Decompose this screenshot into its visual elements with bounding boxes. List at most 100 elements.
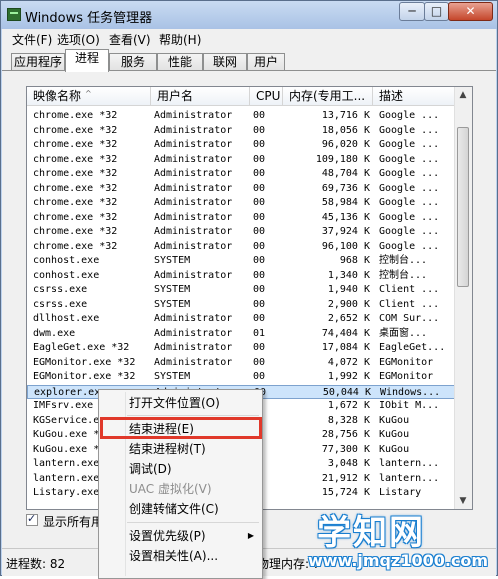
menu-options[interactable]: 选项(O) (57, 31, 100, 48)
close-button[interactable]: ✕ (448, 2, 493, 21)
menu-create-dump-file[interactable]: 创建转储文件(C) (129, 499, 219, 519)
process-description: 控制台... (379, 255, 428, 266)
menu-bar: 文件(F) 选项(O) 查看(V) 帮助(H) (2, 29, 496, 47)
process-description: IObit M... (379, 400, 440, 411)
task-manager-icon (7, 8, 21, 21)
process-name: chrome.exe *32 (33, 139, 118, 150)
process-row[interactable]: csrss.exe SYSTEM 00 1,940 K Client ... (27, 283, 456, 297)
scroll-up-icon[interactable]: ▲ (458, 90, 468, 100)
process-name: conhost.exe (33, 269, 100, 281)
process-row[interactable]: EagleGet.exe *32 Administrator 00 17,084 K E… (27, 341, 456, 355)
process-row[interactable]: chrome.exe *32 Administrator 00 96,020 K Goo… (27, 138, 456, 152)
process-row[interactable]: EGMonitor.exe *32 SYSTEM 00 1,992 K EGMonito… (27, 370, 456, 384)
process-name: chrome.exe *32 (33, 211, 118, 223)
process-row[interactable]: csrss.exe SYSTEM 00 2,900 K Client ... (27, 298, 456, 312)
menu-set-affinity[interactable]: 设置相关性(A)... (129, 546, 218, 566)
process-name: chrome.exe *32 (33, 226, 118, 237)
process-memory: 96,100 K (321, 240, 370, 252)
menu-help[interactable]: 帮助(H) (159, 31, 201, 48)
process-name: EagleGet.exe *32 (33, 342, 130, 353)
tab-performance[interactable]: 性能 (157, 53, 203, 71)
process-cpu: 00 (253, 211, 266, 223)
column-description[interactable]: 描述 (373, 87, 456, 106)
menu-set-priority[interactable]: 设置优先级(P) (129, 526, 257, 546)
process-row[interactable]: conhost.exe SYSTEM 00 968 K 控制台... (27, 254, 456, 268)
end-process-highlight (100, 417, 262, 439)
process-user: Administrator (154, 168, 233, 179)
column-cpu[interactable]: CPU (250, 87, 283, 106)
minimize-button[interactable]: ─ (399, 2, 425, 21)
process-cpu: 00 (253, 182, 266, 194)
process-row[interactable]: chrome.exe *32 Administrator 00 37,924 K Goo… (27, 225, 456, 239)
process-row[interactable]: chrome.exe *32 Administrator 00 109,180 K Go… (27, 153, 456, 167)
process-user: Administrator (154, 124, 233, 136)
process-row[interactable]: chrome.exe *32 Administrator 00 69,736 K Goo… (27, 182, 456, 196)
process-user: SYSTEM (154, 298, 191, 310)
process-user: Administrator (154, 139, 233, 150)
tab-applications[interactable]: 应用程序 (11, 53, 65, 71)
process-user: Administrator (154, 327, 233, 339)
checkbox-checked-icon[interactable] (26, 512, 38, 526)
menu-open-file-location[interactable]: 打开文件位置(O) (129, 393, 220, 413)
process-description: Google ... (379, 110, 440, 121)
process-row[interactable]: chrome.exe *32 Administrator 00 48,704 K Goo… (27, 167, 456, 181)
tab-users[interactable]: 用户 (247, 53, 285, 71)
process-description: KuGou (379, 443, 410, 455)
process-description: Google ... (379, 168, 440, 179)
column-memory[interactable]: 内存(专用工... (283, 87, 373, 106)
column-image-name[interactable]: 映像名称 ^ (27, 87, 151, 106)
tab-strip: 应用程序 进程 服务 性能 联网 用户 (2, 47, 496, 72)
process-row[interactable]: dllhost.exe Administrator 00 2,652 K COM Sur… (27, 312, 456, 326)
process-description: Google ... (379, 139, 440, 150)
process-name: chrome.exe *32 (33, 240, 118, 252)
process-memory: 50,044 K (322, 386, 371, 398)
process-name: dllhost.exe (33, 313, 100, 324)
tab-services[interactable]: 服务 (109, 53, 157, 71)
title-bar[interactable]: Windows 任务管理器 ─ □ ✕ (1, 1, 497, 29)
process-cpu: 00 (253, 313, 266, 324)
maximize-button[interactable]: □ (424, 2, 449, 21)
menu-view[interactable]: 查看(V) (109, 31, 151, 48)
process-cpu: 00 (253, 240, 266, 252)
process-user: SYSTEM (154, 371, 191, 382)
process-row[interactable]: chrome.exe *32 Administrator 00 58,984 K Goo… (27, 196, 456, 210)
process-memory: 2,900 K (327, 298, 370, 310)
process-description: EGMonitor (379, 356, 434, 368)
menu-file[interactable]: 文件(F) (12, 31, 52, 48)
process-memory: 1,672 K (327, 400, 370, 411)
tab-networking[interactable]: 联网 (203, 53, 247, 71)
column-user-name[interactable]: 用户名 (151, 87, 250, 106)
menu-end-process-tree[interactable]: 结束进程树(T) (129, 439, 206, 459)
process-name: chrome.exe *32 (33, 153, 118, 165)
process-description: Windows... (380, 386, 441, 398)
process-user: Administrator (154, 211, 233, 223)
process-memory: 15,724 K (321, 487, 370, 498)
process-row[interactable]: chrome.exe *32 Administrator 00 45,136 K Goo… (27, 211, 456, 225)
process-row[interactable]: chrome.exe *32 Administrator 00 13,716 K Goo… (27, 109, 456, 123)
tab-processes[interactable]: 进程 (65, 49, 109, 72)
process-description: COM Sur... (379, 313, 440, 324)
process-description: EGMonitor (379, 371, 434, 382)
process-row[interactable]: chrome.exe *32 Administrator 00 18,056 K Goo… (27, 124, 456, 138)
process-cpu: 00 (253, 371, 266, 382)
process-row[interactable]: EGMonitor.exe *32 Administrator 00 4,072 K E… (27, 356, 456, 370)
process-description: lantern... (379, 458, 440, 469)
process-description: Client ... (379, 284, 440, 295)
process-memory: 18,056 K (321, 124, 370, 136)
menu-debug[interactable]: 调试(D) (129, 459, 172, 479)
process-user: Administrator (154, 342, 233, 353)
watermark: 学知网 www.jmqz1000.com (300, 505, 498, 573)
process-row[interactable]: dwm.exe Administrator 01 74,404 K 桌面窗... (27, 327, 456, 341)
vertical-scrollbar[interactable]: ▲ ▼ (454, 87, 472, 509)
scroll-thumb[interactable] (457, 127, 469, 287)
process-description: Listary (379, 487, 422, 498)
process-row[interactable]: chrome.exe *32 Administrator 00 96,100 K Goo… (27, 240, 456, 254)
process-name: csrss.exe (33, 284, 88, 295)
process-name: chrome.exe *32 (33, 124, 118, 136)
process-memory: 69,736 K (321, 182, 370, 194)
process-memory: 109,180 K (315, 153, 370, 165)
process-row[interactable]: conhost.exe Administrator 00 1,340 K 控制台... (27, 269, 456, 283)
process-user: Administrator (154, 313, 233, 324)
process-memory: 77,300 K (321, 443, 370, 455)
process-memory: 45,136 K (321, 211, 370, 223)
